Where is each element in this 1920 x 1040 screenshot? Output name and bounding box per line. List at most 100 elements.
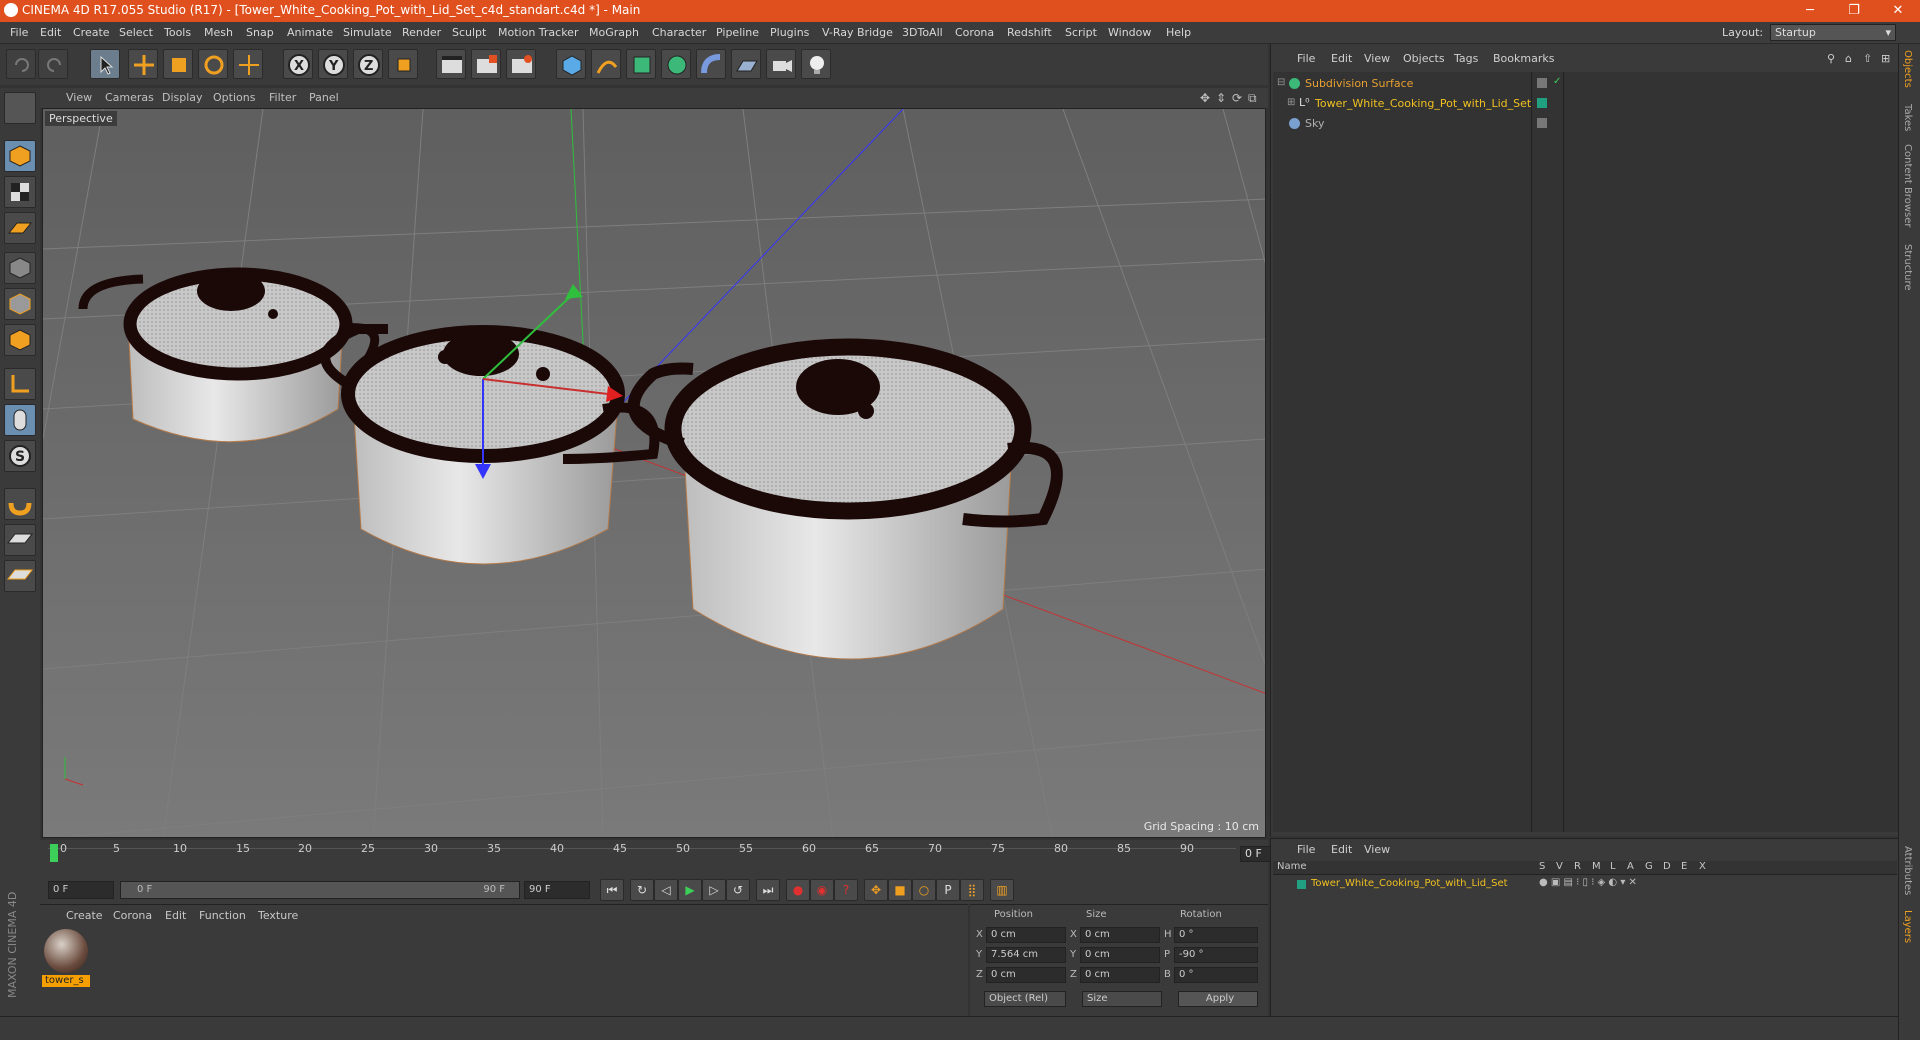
x-axis-lock-button[interactable]: X — [283, 49, 313, 79]
menu-select[interactable]: Select — [119, 26, 153, 39]
objects-menu-bookmarks[interactable]: Bookmarks — [1493, 52, 1554, 65]
viewport-dolly-icon[interactable]: ⇕ — [1216, 91, 1226, 105]
rotate-tool-button[interactable] — [198, 49, 228, 79]
expand-icon[interactable]: ⊟ — [1277, 77, 1285, 88]
tab-attributes[interactable]: Attributes — [1902, 846, 1913, 895]
autokeying-icon[interactable]: ◉ — [810, 879, 834, 901]
rotation-h-field[interactable]: 0 ° — [1174, 927, 1258, 943]
menu-tools[interactable]: Tools — [164, 26, 191, 39]
size-z-field[interactable]: 0 cm — [1080, 967, 1160, 983]
material-menu-create[interactable]: Create — [66, 909, 103, 922]
tab-content-browser[interactable]: Content Browser — [1902, 144, 1913, 227]
object-row[interactable]: ⊟ Subdivision Surface ✓ — [1273, 74, 1899, 94]
menu-file[interactable]: File — [10, 26, 28, 39]
expand-icon[interactable]: ⊞ — [1287, 97, 1295, 108]
layer-name[interactable]: Tower_White_Cooking_Pot_with_Lid_Set — [1311, 878, 1508, 889]
tweak-mode-button[interactable] — [4, 404, 36, 436]
minimize-button[interactable]: ─ — [1788, 0, 1832, 22]
render-settings-button[interactable] — [506, 49, 536, 79]
end-frame-field[interactable]: 90 F — [524, 881, 590, 899]
size-x-field[interactable]: 0 cm — [1080, 927, 1160, 943]
cloner-button[interactable] — [661, 49, 691, 79]
menu-motion-tracker[interactable]: Motion Tracker — [498, 26, 578, 39]
viewport-menu-view[interactable]: View — [66, 91, 92, 104]
menu-sculpt[interactable]: Sculpt — [452, 26, 486, 39]
subdivision-surface-button[interactable] — [626, 49, 656, 79]
menu-help[interactable]: Help — [1166, 26, 1191, 39]
object-name[interactable]: Sky — [1305, 117, 1324, 130]
points-mode-button[interactable] — [4, 252, 36, 284]
menu-snap[interactable]: Snap — [246, 26, 274, 39]
planar-workplane-button[interactable] — [4, 560, 36, 592]
material-menu-corona[interactable]: Corona — [113, 909, 152, 922]
size-mode-select[interactable]: Size — [1082, 991, 1162, 1007]
objects-menu-file[interactable]: File — [1297, 52, 1315, 65]
menu-script[interactable]: Script — [1065, 26, 1097, 39]
position-z-field[interactable]: 0 cm — [986, 967, 1066, 983]
perspective-viewport[interactable]: Perspective Grid Spacing : 10 cm — [42, 108, 1266, 838]
menu-render[interactable]: Render — [402, 26, 441, 39]
record-keys-icon[interactable]: ● — [786, 879, 810, 901]
next-frame-icon[interactable]: ▷ — [702, 879, 726, 901]
next-key-icon[interactable]: ↺ — [726, 879, 750, 901]
transform-tool-button[interactable] — [233, 49, 263, 79]
keyframe-selection-icon[interactable]: ? — [834, 879, 858, 901]
layer-toggle-icons[interactable]: ● ▣ ▤ ⁝ ▯ ⁝ ◈ ◐ ▾ ✕ — [1539, 877, 1637, 888]
search-icon[interactable]: ⚲ — [1827, 52, 1835, 65]
tab-objects[interactable]: Objects — [1902, 50, 1913, 88]
undo-button[interactable] — [6, 49, 36, 79]
position-x-field[interactable]: 0 cm — [986, 927, 1066, 943]
pot-large[interactable] — [627, 338, 1063, 660]
rotation-p-field[interactable]: -90 ° — [1174, 947, 1258, 963]
restore-button[interactable]: ❐ — [1832, 0, 1876, 22]
pot-medium[interactable] — [320, 324, 660, 565]
menu-edit[interactable]: Edit — [40, 26, 61, 39]
material-preview-ball[interactable] — [44, 929, 88, 973]
material-menu-function[interactable]: Function — [199, 909, 246, 922]
object-row[interactable]: ⊞ L⁰ Tower_White_Cooking_Pot_with_Lid_Se… — [1273, 94, 1899, 114]
viewport-menu-options[interactable]: Options — [213, 91, 255, 104]
tab-takes[interactable]: Takes — [1902, 104, 1913, 131]
viewport-menu-panel[interactable]: Panel — [309, 91, 339, 104]
key-scale-icon[interactable]: ■ — [888, 879, 912, 901]
viewport-menu-cameras[interactable]: Cameras — [105, 91, 154, 104]
key-position-icon[interactable]: ✥ — [864, 879, 888, 901]
previous-key-icon[interactable]: ↻ — [630, 879, 654, 901]
move-tool-button[interactable] — [128, 49, 158, 79]
menu-redshift[interactable]: Redshift — [1007, 26, 1052, 39]
home-icon[interactable]: ⌂ — [1845, 52, 1852, 65]
cube-object-button[interactable] — [556, 49, 586, 79]
objects-menu-edit[interactable]: Edit — [1331, 52, 1352, 65]
frame-range-slider[interactable]: 0 F 90 F — [120, 881, 520, 899]
menu-pipeline[interactable]: Pipeline — [716, 26, 759, 39]
coordinate-system-button[interactable] — [388, 49, 418, 79]
menu-window[interactable]: Window — [1108, 26, 1151, 39]
material-menu-edit[interactable]: Edit — [165, 909, 186, 922]
layer-tag-icon[interactable] — [1537, 98, 1547, 108]
floor-button[interactable] — [731, 49, 761, 79]
coordinate-mode-select[interactable]: Object (Rel) — [984, 991, 1066, 1007]
layer-tag-icon[interactable] — [1537, 118, 1547, 128]
camera-button[interactable] — [766, 49, 796, 79]
menu-create[interactable]: Create — [73, 26, 110, 39]
locked-workplane-button[interactable] — [4, 524, 36, 556]
rotation-b-field[interactable]: 0 ° — [1174, 967, 1258, 983]
tab-structure[interactable]: Structure — [1902, 244, 1913, 291]
key-pla-icon[interactable]: ⣿ — [960, 879, 984, 901]
layer-color-swatch[interactable] — [1297, 880, 1306, 889]
layers-menu-file[interactable]: File — [1297, 843, 1315, 856]
maximize-icon[interactable]: ⊞ — [1881, 52, 1890, 65]
viewport-menu-filter[interactable]: Filter — [269, 91, 296, 104]
viewport-rotate-icon[interactable]: ⟳ — [1232, 91, 1242, 105]
layers-menu-view[interactable]: View — [1364, 843, 1390, 856]
objects-menu-tags[interactable]: Tags — [1454, 52, 1478, 65]
redo-button[interactable] — [38, 49, 68, 79]
texture-mode-button[interactable] — [4, 176, 36, 208]
menu-3dtoall[interactable]: 3DToAll — [902, 26, 943, 39]
menu-vray-bridge[interactable]: V-Ray Bridge — [822, 26, 893, 39]
key-parameter-icon[interactable]: P — [936, 879, 960, 901]
previous-frame-icon[interactable]: ◁ — [654, 879, 678, 901]
object-name[interactable]: Tower_White_Cooking_Pot_with_Lid_Set — [1315, 97, 1531, 110]
go-to-end-icon[interactable]: ⏭ — [756, 879, 780, 901]
render-view-button[interactable] — [436, 49, 466, 79]
